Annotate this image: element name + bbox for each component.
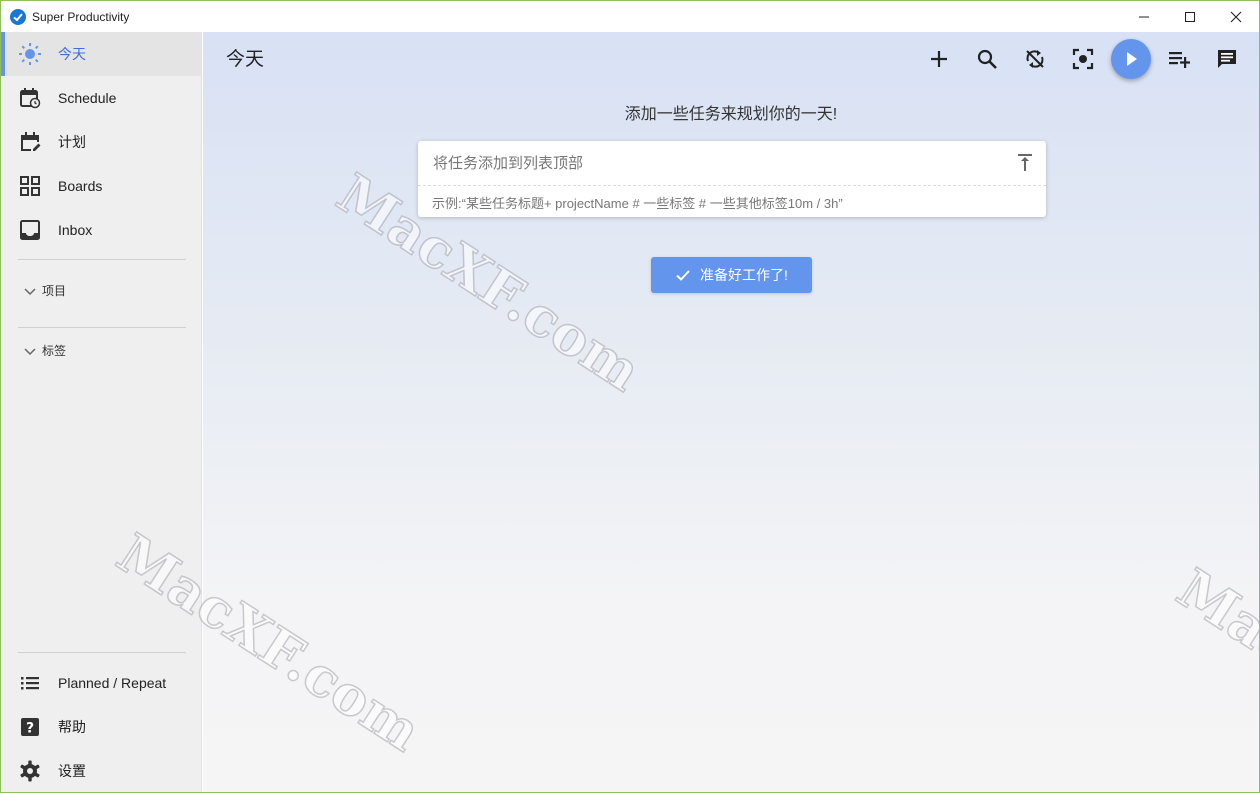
focus-icon <box>1072 48 1094 70</box>
sidebar-divider <box>18 259 186 260</box>
app-logo-icon <box>10 8 26 25</box>
playlist-add-icon <box>1169 52 1190 68</box>
inbox-icon <box>18 218 42 242</box>
sidebar-item-inbox[interactable]: Inbox <box>1 208 202 252</box>
sync-off-icon <box>1026 50 1044 68</box>
sidebar-item-planned-repeat[interactable]: Planned / Repeat <box>1 661 202 705</box>
add-to-playlist-button[interactable] <box>1159 39 1199 79</box>
add-task-button[interactable] <box>919 39 959 79</box>
help-icon: ? <box>18 715 42 739</box>
sidebar-item-label: Boards <box>58 178 103 194</box>
sidebar-item-help[interactable]: ? 帮助 <box>1 705 202 749</box>
sync-button[interactable] <box>1015 39 1055 79</box>
sidebar: 今天 Schedule 计划 Boards Inbox 项目 标签 Planne… <box>1 32 202 792</box>
sidebar-divider <box>18 327 186 328</box>
sidebar-item-label: Inbox <box>58 222 93 238</box>
main-content: 今天 添加一些任务来规划你的一天! 将任务添加到列表顶部 示例:“某些任务标题+… <box>203 32 1259 792</box>
sidebar-group-label: 项目 <box>42 284 67 298</box>
add-icon <box>931 51 947 67</box>
window-title: Super Productivity <box>32 9 130 24</box>
sidebar-divider <box>18 652 186 653</box>
calendar-edit-icon <box>18 130 42 154</box>
sidebar-item-settings[interactable]: 设置 <box>1 749 202 792</box>
add-task-input[interactable] <box>418 141 1046 185</box>
close-button[interactable] <box>1213 1 1259 32</box>
calendar-clock-icon <box>18 86 42 110</box>
svg-text:?: ? <box>26 721 34 737</box>
close-icon <box>1230 11 1242 22</box>
add-task-divider <box>418 185 1046 186</box>
sidebar-item-label: 今天 <box>58 46 86 62</box>
add-task-card: 示例:“某些任务标题+ projectName # 一些标签 # 一些其他标签1… <box>418 141 1046 217</box>
add-task-hint: 示例:“某些任务标题+ projectName # 一些标签 # 一些其他标签1… <box>432 196 843 211</box>
ready-to-work-button[interactable]: 准备好工作了! <box>651 257 812 293</box>
sidebar-item-label: Planned / Repeat <box>58 675 167 691</box>
minimize-button[interactable] <box>1121 1 1167 32</box>
app-window: Super Productivity 今天 Schedule 计划 Boards… <box>0 0 1260 793</box>
sidebar-item-label: 设置 <box>58 763 86 779</box>
empty-state-message: 添加一些任务来规划你的一天! <box>624 106 838 123</box>
ready-button-label: 准备好工作了! <box>700 267 788 283</box>
search-icon <box>977 49 997 69</box>
sidebar-group-tags[interactable]: 标签 <box>23 342 66 359</box>
add-to-top-icon[interactable] <box>1016 152 1034 172</box>
play-icon <box>1127 52 1137 66</box>
sidebar-item-plan[interactable]: 计划 <box>1 120 202 164</box>
sidebar-item-label: 帮助 <box>58 719 86 735</box>
check-icon <box>676 270 690 281</box>
focus-mode-button[interactable] <box>1063 39 1103 79</box>
chevron-down-icon <box>24 287 36 295</box>
sidebar-item-boards[interactable]: Boards <box>1 164 202 208</box>
maximize-icon <box>1185 11 1195 22</box>
page-title: 今天 <box>226 49 265 70</box>
gear-icon <box>18 759 42 783</box>
list-icon <box>18 671 42 695</box>
sidebar-group-projects[interactable]: 项目 <box>23 282 66 299</box>
search-button[interactable] <box>967 39 1007 79</box>
sidebar-item-schedule[interactable]: Schedule <box>1 76 202 120</box>
toolbar <box>911 36 1247 82</box>
minimize-icon <box>1139 16 1149 17</box>
sidebar-item-label: Schedule <box>58 90 117 106</box>
maximize-button[interactable] <box>1167 1 1213 32</box>
sidebar-item-label: 计划 <box>58 134 86 150</box>
comment-icon <box>1218 50 1236 68</box>
sidebar-group-label: 标签 <box>42 344 67 358</box>
play-button[interactable] <box>1111 39 1151 79</box>
grid-icon <box>18 174 42 198</box>
sidebar-item-today[interactable]: 今天 <box>1 32 202 76</box>
sun-icon <box>18 42 42 66</box>
chevron-down-icon <box>24 347 36 355</box>
notes-button[interactable] <box>1207 39 1247 79</box>
title-bar: Super Productivity <box>1 1 1259 32</box>
